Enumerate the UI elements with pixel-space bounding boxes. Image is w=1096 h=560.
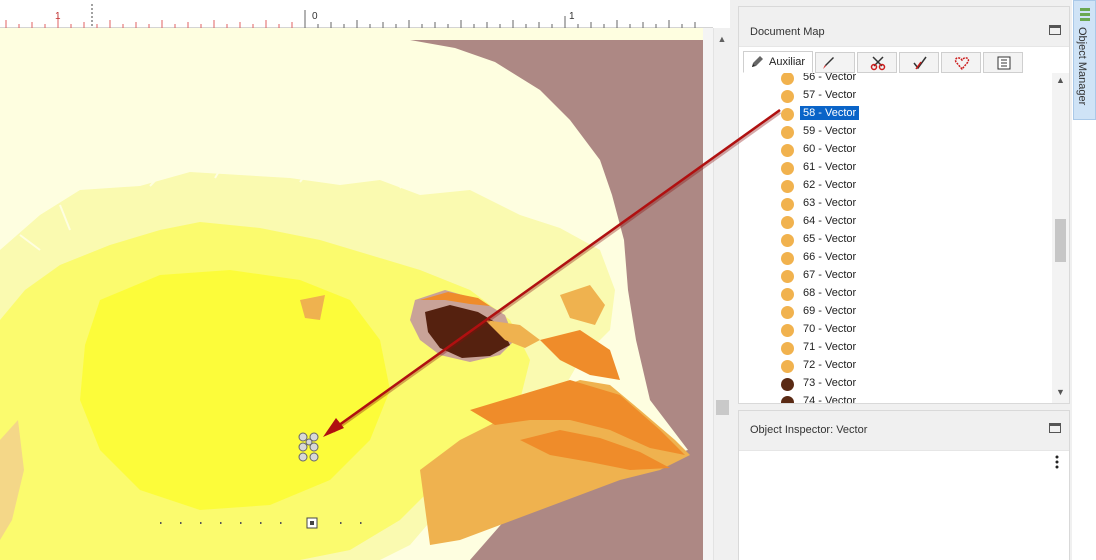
tree-item-label: 58 - Vector: [800, 106, 860, 120]
tree-item-label: 73 - Vector: [803, 377, 857, 389]
vector-icon: [781, 252, 794, 265]
vector-icon: [781, 324, 794, 337]
docker-panel: Document Map Auxiliar 56 - Vector 57 - V…: [730, 0, 1072, 560]
brush-icon: [823, 57, 834, 69]
object-inspector-panel: Object Inspector: Vector: [738, 410, 1070, 560]
tree-item-label: 72 - Vector: [803, 359, 857, 371]
scroll-up-icon[interactable]: ▲: [1052, 75, 1069, 89]
tab-brush[interactable]: [815, 52, 855, 73]
tree-item-label: 57 - Vector: [803, 89, 857, 101]
document-map-title: Document Map: [750, 26, 825, 38]
more-options-icon[interactable]: [1055, 455, 1059, 469]
tab-list[interactable]: [983, 52, 1023, 73]
check-icon: [913, 56, 927, 70]
vector-icon: [781, 90, 794, 103]
tree-item-label: 67 - Vector: [803, 269, 857, 281]
vector-icon: [781, 180, 794, 193]
vector-icon: [781, 108, 794, 121]
ruler-ticks: [5, 4, 696, 28]
tab-check[interactable]: [899, 52, 939, 73]
chick-artwork[interactable]: [0, 28, 703, 560]
ruler-label-right: 1: [569, 11, 575, 22]
object-manager-tab[interactable]: Object Manager: [1073, 0, 1096, 120]
app-window: 1 0 1 ▲ Document Map Auxiliar 56 - Vecto…: [0, 0, 1096, 560]
vector-icon: [781, 360, 794, 373]
drawing-canvas[interactable]: [0, 28, 703, 560]
document-map-header: Document Map: [739, 7, 1069, 47]
tree-item-label: 68 - Vector: [803, 287, 857, 299]
vector-icon: [781, 378, 794, 391]
tab-auxiliar-label: Auxiliar: [769, 56, 806, 68]
tree-scroll-thumb[interactable]: [1055, 219, 1066, 262]
vector-icon: [781, 306, 794, 319]
scroll-up-icon[interactable]: ▲: [714, 31, 730, 47]
vector-icon: [781, 216, 794, 229]
object-inspector-title: Object Inspector: Vector: [750, 424, 868, 436]
vector-icon: [781, 144, 794, 157]
canvas-vertical-scrollbar[interactable]: ▲: [713, 28, 730, 560]
minimize-icon[interactable]: [1049, 25, 1061, 35]
ruler-label-origin: 0: [312, 11, 318, 22]
tree-item-label: 69 - Vector: [803, 305, 857, 317]
object-manager-label: Object Manager: [1076, 27, 1088, 106]
vector-icon: [781, 73, 794, 85]
document-map-tree[interactable]: 56 - Vector 57 - Vector 58 - Vector 59 -…: [739, 73, 1053, 403]
list-icon: [997, 56, 1011, 70]
vector-icon: [781, 342, 794, 355]
tab-scissors[interactable]: [857, 52, 897, 73]
scissors-icon: [870, 56, 886, 71]
tree-item-label: 60 - Vector: [803, 143, 857, 155]
tree-item-label: 56 - Vector: [803, 73, 857, 83]
tab-heart[interactable]: [941, 52, 981, 73]
node-handle-icon: [306, 517, 318, 529]
scroll-thumb[interactable]: [716, 400, 729, 415]
scroll-down-icon[interactable]: ▼: [1052, 387, 1069, 401]
vector-icon: [781, 270, 794, 283]
vector-icon: [781, 198, 794, 211]
vector-icon: [781, 162, 794, 175]
tree-item-label: 71 - Vector: [803, 341, 857, 353]
tree-scrollbar[interactable]: ▲ ▼: [1052, 73, 1069, 403]
pencil-icon: [752, 56, 763, 67]
tab-auxiliar[interactable]: Auxiliar: [743, 51, 813, 73]
document-map-panel: Document Map Auxiliar 56 - Vector 57 - V…: [738, 6, 1070, 404]
canvas-edge: [703, 28, 713, 560]
tree-item-label: 65 - Vector: [803, 233, 857, 245]
tree-item-label: 59 - Vector: [803, 125, 857, 137]
document-map-tabs: Auxiliar: [743, 51, 1023, 73]
tree-item-label: 62 - Vector: [803, 179, 857, 191]
vector-icon: [781, 126, 794, 139]
object-inspector-header: Object Inspector: Vector: [739, 411, 1069, 451]
minimize-icon[interactable]: [1049, 423, 1061, 433]
vector-icon: [781, 234, 794, 247]
vector-icon: [781, 396, 794, 403]
tree-item-label: 70 - Vector: [803, 323, 857, 335]
horizontal-ruler[interactable]: 1 0 1: [0, 0, 713, 28]
tree-item-label: 63 - Vector: [803, 197, 857, 209]
tree-item-label: 64 - Vector: [803, 215, 857, 227]
object-manager-icon: [1080, 8, 1090, 21]
tree-item-label: 74 - Vector: [803, 395, 857, 403]
tree-item-label: 61 - Vector: [803, 161, 857, 173]
ruler-label-left: 1: [55, 11, 61, 22]
heart-icon: [954, 57, 970, 71]
vector-icon: [781, 288, 794, 301]
tree-item-label: 66 - Vector: [803, 251, 857, 263]
